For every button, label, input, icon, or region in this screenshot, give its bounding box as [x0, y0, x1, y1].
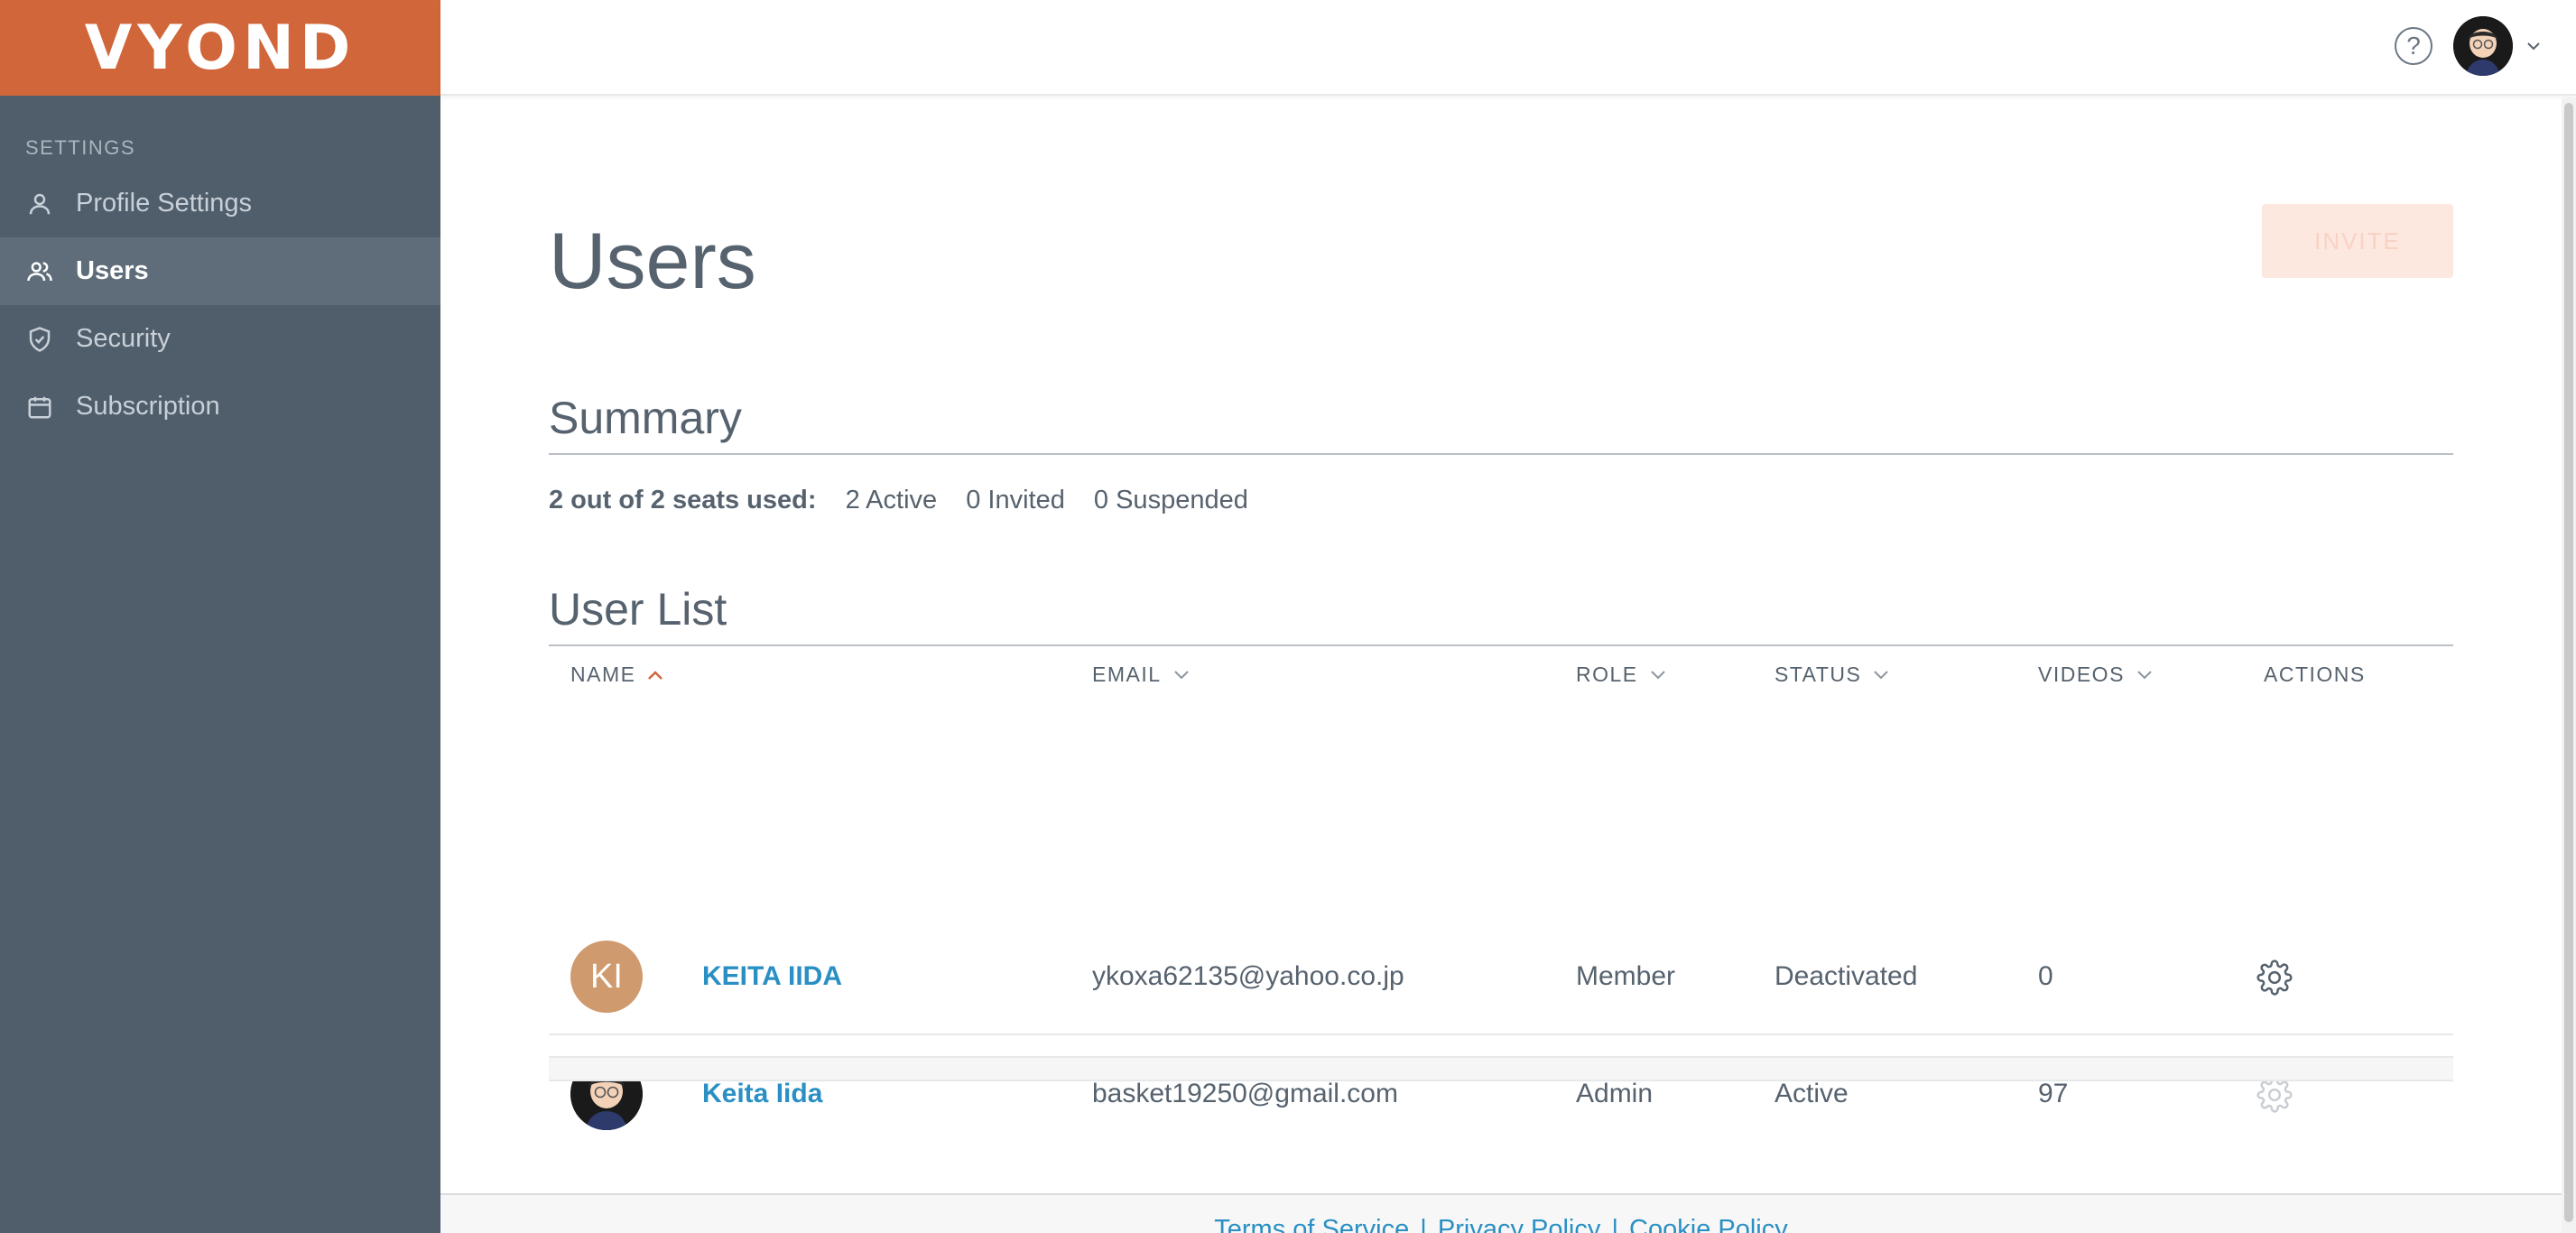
sidebar-item-label: Users — [76, 256, 149, 285]
sidebar-item-label: Subscription — [76, 392, 220, 421]
chevron-down-icon — [1173, 670, 1189, 679]
column-header-videos[interactable]: VIDEOS — [2038, 663, 2154, 687]
sidebar-item-profile-settings[interactable]: Profile Settings — [0, 170, 440, 237]
help-icon[interactable]: ? — [2395, 27, 2432, 65]
suspended-count: 0 Suspended — [1093, 486, 1248, 515]
gear-icon — [2256, 1077, 2293, 1113]
privacy-link[interactable]: Privacy Policy — [1438, 1215, 1601, 1233]
sidebar-item-label: Security — [76, 324, 171, 353]
column-header-actions: ACTIONS — [2264, 663, 2366, 686]
footer: Terms of Service | Privacy Policy | Cook… — [440, 1193, 2562, 1233]
user-role: Admin — [1576, 1079, 1654, 1108]
sidebar-item-subscription[interactable]: Subscription — [0, 373, 440, 440]
avatar: KI — [570, 941, 643, 1013]
column-header-role[interactable]: ROLE — [1576, 663, 1667, 687]
settings-heading: SETTINGS — [25, 136, 136, 159]
chevron-down-icon[interactable] — [2524, 36, 2544, 56]
user-videos: 97 — [2038, 1079, 2069, 1108]
vyond-logo[interactable]: VYOND — [85, 13, 357, 84]
logo-bar: VYOND — [0, 0, 440, 96]
user-status: Deactivated — [1774, 961, 1918, 991]
user-list-divider — [549, 644, 2453, 646]
summary-title: Summary — [549, 393, 742, 443]
chevron-down-icon — [2137, 670, 2152, 679]
page-title: Users — [549, 216, 756, 305]
column-header-name[interactable]: NAME — [570, 663, 664, 687]
main-content: Users INVITE Summary 2 out of 2 seats us… — [440, 97, 2562, 1193]
user-status: Active — [1774, 1079, 1849, 1108]
footer-separator: | — [1420, 1215, 1427, 1233]
account-avatar[interactable] — [2453, 16, 2513, 76]
table-row: Keita Iida basket19250@gmail.com Admin A… — [549, 1035, 2453, 1153]
shield-icon — [25, 325, 54, 354]
user-list-title: User List — [549, 584, 727, 635]
users-icon — [25, 257, 54, 286]
sidebar-item-label: Profile Settings — [76, 189, 253, 218]
sidebar: VYOND SETTINGS Profile Settings Users Se… — [0, 0, 440, 1233]
user-email: ykoxa62135@yahoo.co.jp — [1092, 961, 1404, 991]
invited-count: 0 Invited — [966, 486, 1065, 515]
chevron-up-icon — [648, 670, 663, 680]
table-row: KI KEITA IIDA ykoxa62135@yahoo.co.jp Mem… — [549, 918, 2453, 1035]
user-name-link[interactable]: Keita Iida — [702, 1035, 822, 1153]
scrollbar[interactable] — [2562, 97, 2576, 1233]
sidebar-item-users[interactable]: Users — [0, 237, 440, 305]
invite-button[interactable]: INVITE — [2262, 204, 2453, 278]
sidebar-item-security[interactable]: Security — [0, 305, 440, 373]
calendar-icon — [25, 393, 54, 422]
cookie-link[interactable]: Cookie Policy — [1629, 1215, 1788, 1233]
top-bar: ? — [440, 0, 2576, 96]
user-email: basket19250@gmail.com — [1092, 1079, 1398, 1108]
terms-link[interactable]: Terms of Service — [1214, 1215, 1409, 1233]
gear-icon[interactable] — [2256, 960, 2293, 996]
user-videos: 0 — [2038, 961, 2053, 991]
summary-divider — [549, 453, 2453, 455]
user-icon — [25, 190, 54, 218]
table-footer — [549, 1056, 2453, 1081]
footer-separator: | — [1611, 1215, 1618, 1233]
chevron-down-icon — [1650, 670, 1665, 679]
seats-used: 2 out of 2 seats used: — [549, 486, 817, 515]
user-role: Member — [1576, 961, 1676, 991]
user-name-link[interactable]: KEITA IIDA — [702, 918, 842, 1035]
column-header-email[interactable]: EMAIL — [1092, 663, 1191, 687]
seat-summary: 2 out of 2 seats used: 2 Active 0 Invite… — [549, 486, 1248, 515]
chevron-down-icon — [1874, 670, 1889, 679]
column-header-status[interactable]: STATUS — [1774, 663, 1890, 687]
settings-nav: SETTINGS Profile Settings Users Security… — [0, 96, 440, 440]
active-count: 2 Active — [845, 486, 938, 515]
scrollbar-thumb[interactable] — [2564, 103, 2573, 1222]
